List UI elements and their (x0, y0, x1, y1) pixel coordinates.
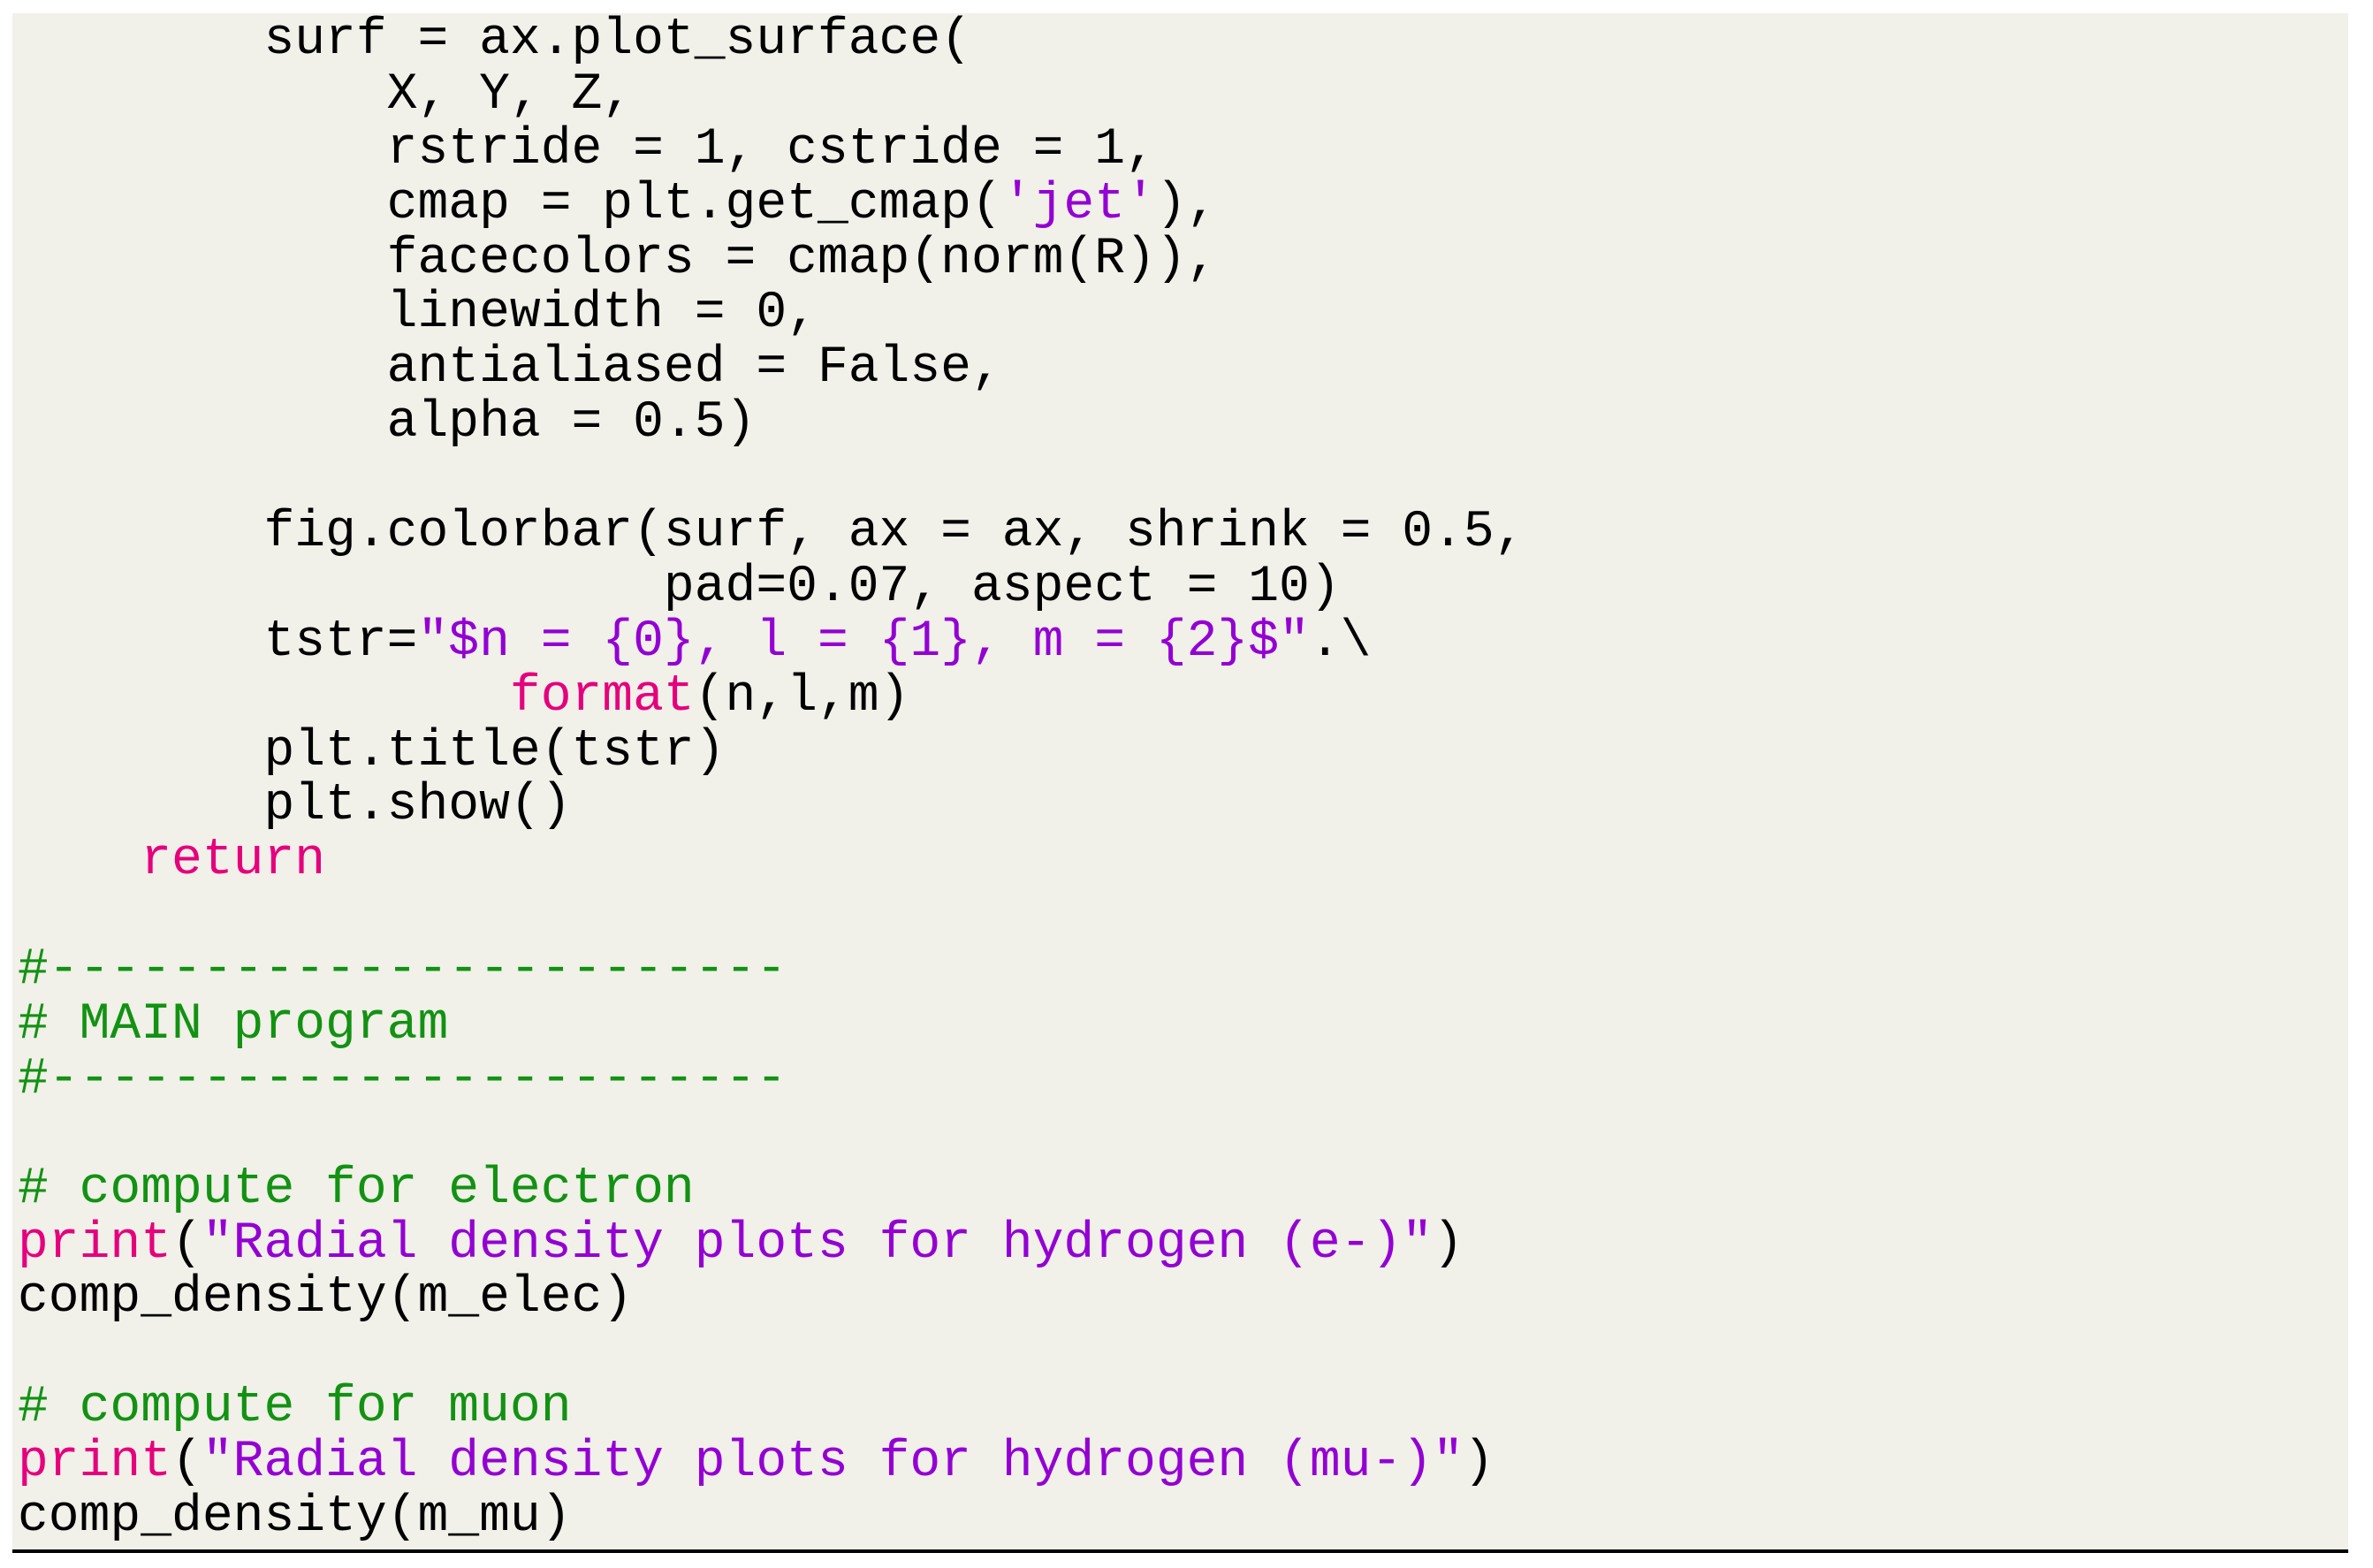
string-token: "$n = {0}, l = {1}, m = {2}$" (417, 613, 1310, 671)
code-line: comp_density(m_mu) (18, 1490, 1525, 1545)
code-line: surf = ax.plot_surface( (18, 13, 1525, 68)
code-token: alpha = 0.5) (18, 394, 757, 453)
code-line: print("Radial density plots for hydrogen… (18, 1214, 1525, 1273)
code-line: cmap = plt.get_cmap('jet'), (18, 175, 1525, 233)
code-line: # compute for muon (18, 1381, 1525, 1435)
code-token: plt.title(tstr) (18, 722, 726, 780)
code-token: antialiased = False, (18, 339, 1002, 398)
code-line: #------------------------ (18, 1050, 1525, 1108)
code-line: plt.title(tstr) (18, 722, 1525, 780)
bottom-rule (12, 1549, 2348, 1553)
code-listing: surf = ax.plot_surface( X, Y, Z, rstride… (12, 13, 2348, 1549)
code-text: surf = ax.plot_surface( X, Y, Z, rstride… (18, 13, 1525, 1545)
code-line: antialiased = False, (18, 341, 1525, 396)
code-token: surf = ax.plot_surface( (18, 11, 971, 69)
code-token: ( (171, 1214, 202, 1273)
code-line: facecolors = cmap(norm(R)), (18, 232, 1525, 287)
code-token: .\ (1309, 613, 1372, 671)
code-line: rstride = 1, cstride = 1, (18, 120, 1525, 179)
code-token: tstr= (18, 613, 418, 671)
code-line: pad=0.07, aspect = 10) (18, 558, 1525, 616)
comment-token: #------------------------ (18, 941, 787, 1000)
code-line: #------------------------ (18, 943, 1525, 998)
comment-token: #------------------------ (18, 1050, 787, 1108)
code-line: return (18, 833, 1525, 888)
code-token: pad=0.07, aspect = 10) (18, 558, 1341, 616)
code-token: ) (1433, 1214, 1464, 1273)
comment-token: # compute for electron (18, 1160, 695, 1218)
code-line: plt.show() (18, 779, 1525, 833)
code-line: print("Radial density plots for hydrogen… (18, 1435, 1525, 1490)
code-token: linewidth = 0, (18, 285, 818, 343)
comment-token: # MAIN program (18, 996, 449, 1054)
keyword-token: format (509, 667, 695, 726)
code-token: comp_density(m_mu) (18, 1488, 572, 1547)
code-token: ( (171, 1434, 202, 1492)
code-line: alpha = 0.5) (18, 396, 1525, 451)
code-token: rstride = 1, cstride = 1, (18, 120, 1156, 179)
code-token: X, Y, Z, (18, 65, 634, 124)
comment-token: # compute for muon (18, 1379, 572, 1437)
code-line: fig.colorbar(surf, ax = ax, shrink = 0.5… (18, 506, 1525, 560)
keyword-token: print (18, 1214, 172, 1273)
code-token: cmap = plt.get_cmap( (18, 175, 1002, 233)
keyword-token: print (18, 1434, 172, 1492)
code-line: # compute for electron (18, 1160, 1525, 1218)
code-line: tstr="$n = {0}, l = {1}, m = {2}$".\ (18, 613, 1525, 671)
code-token: fig.colorbar(surf, ax = ax, shrink = 0.5… (18, 504, 1525, 562)
code-line: format(n,l,m) (18, 667, 1525, 726)
string-token: "Radial density plots for hydrogen (e-)" (202, 1214, 1434, 1273)
code-token: ) (1463, 1434, 1495, 1492)
code-line: X, Y, Z, (18, 65, 1525, 124)
code-token: facecolors = cmap(norm(R)), (18, 230, 1218, 288)
code-line: comp_density(m_elec) (18, 1271, 1525, 1326)
keyword-token: return (141, 832, 326, 890)
code-token: plt.show() (18, 777, 572, 835)
code-line: linewidth = 0, (18, 286, 1525, 341)
string-token: 'jet' (1001, 175, 1156, 233)
string-token: "Radial density plots for hydrogen (mu-)… (202, 1434, 1464, 1492)
code-token: ), (1155, 175, 1218, 233)
code-token: comp_density(m_elec) (18, 1269, 634, 1328)
code-line: # MAIN program (18, 998, 1525, 1053)
code-token: (n,l,m) (694, 667, 910, 726)
